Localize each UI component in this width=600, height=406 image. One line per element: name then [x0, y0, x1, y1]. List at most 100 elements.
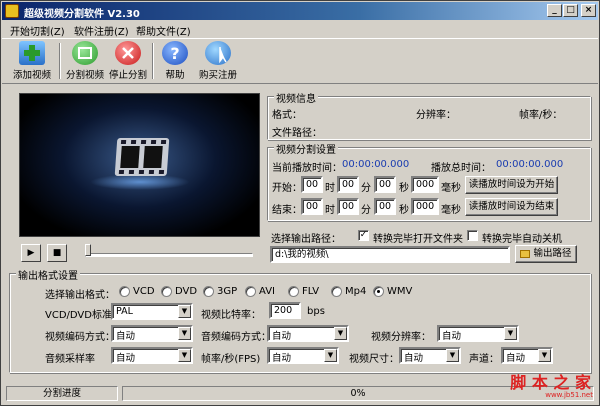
hour-unit: 时: [325, 183, 335, 194]
format-radio-avi[interactable]: [245, 286, 256, 297]
menu-start-split[interactable]: 开始切割(Z): [10, 23, 65, 38]
fps-info-label: 帧率/秒：: [519, 110, 563, 121]
start-label: 开始：: [272, 183, 302, 194]
start-second-input[interactable]: 00: [374, 176, 396, 193]
video-resolution-label: 视频分辨率：: [371, 332, 431, 343]
close-button[interactable]: ×: [581, 4, 596, 17]
output-format-title: 输出格式设置: [16, 267, 80, 282]
total-time-label: 播放总时间：: [431, 163, 491, 174]
format-label-mp4: Mp4: [345, 286, 367, 297]
format-label-vcd: VCD: [133, 286, 155, 297]
video-bitrate-label: 视频比特率：: [201, 310, 261, 321]
app-icon: [5, 4, 19, 18]
end-second-input[interactable]: 00: [374, 198, 396, 215]
output-path-button-label: 输出路径: [533, 248, 572, 259]
split-video-button[interactable]: 分割视频: [64, 41, 106, 81]
format-radio-3gp[interactable]: [203, 286, 214, 297]
buy-register-label: 购买注册: [198, 70, 237, 81]
output-path-button[interactable]: 输出路径: [515, 245, 577, 263]
stop-button[interactable]: ■: [47, 244, 67, 262]
menu-help[interactable]: 帮助文件(Z): [136, 23, 191, 38]
video-bitrate-input[interactable]: 200: [269, 302, 301, 319]
main-window: 超级视频分割软件 V2.30 _ □ × 开始切割(Z) 软件注册(Z) 帮助文…: [0, 0, 600, 406]
fps-value: 自动: [272, 353, 292, 364]
format-label: 格式：: [272, 110, 302, 121]
format-radio-mp4[interactable]: [331, 286, 342, 297]
vcd-standard-select[interactable]: PAL ▼: [111, 303, 193, 320]
status-bar: 分割进度 0%: [2, 383, 598, 405]
start-hour-input[interactable]: 00: [301, 176, 323, 193]
split-video-label: 分割视频: [65, 70, 104, 81]
ms-unit: 毫秒: [441, 205, 461, 216]
current-time-label: 当前播放时间：: [272, 163, 342, 174]
end-hour-input[interactable]: 00: [301, 198, 323, 215]
shutdown-checkbox[interactable]: [467, 230, 478, 241]
file-path-label: 文件路径：: [272, 128, 322, 139]
split-video-icon: [72, 41, 98, 65]
video-size-value: 自动: [404, 353, 424, 364]
end-minute-input[interactable]: 00: [337, 198, 359, 215]
menu-register[interactable]: 软件注册(Z): [74, 23, 129, 38]
chevron-down-icon: ▼: [538, 349, 551, 362]
open-folder-label: 转换完毕打开文件夹: [373, 234, 463, 245]
format-radio-vcd[interactable]: [119, 286, 130, 297]
second-unit: 秒: [399, 183, 409, 194]
chevron-down-icon: ▼: [446, 349, 459, 362]
buy-register-button[interactable]: 购买注册: [196, 41, 240, 81]
slider-rail: [85, 253, 253, 257]
playback-slider[interactable]: [81, 244, 257, 260]
help-icon: ?: [162, 41, 188, 65]
audio-sample-rate-select[interactable]: 自动 ▼: [111, 347, 193, 364]
video-resolution-select[interactable]: 自动 ▼: [437, 325, 519, 342]
chevron-down-icon: ▼: [178, 327, 191, 340]
format-radio-dvd[interactable]: [161, 286, 172, 297]
end-ms-input[interactable]: 000: [411, 198, 439, 215]
output-path-label: 选择输出路径：: [271, 234, 341, 245]
slider-thumb[interactable]: [85, 244, 91, 256]
toolbar: 添加视频 分割视频 停止分割 ? 帮助 购买注册: [2, 38, 598, 84]
chevron-down-icon: ▼: [178, 349, 191, 362]
format-radio-flv[interactable]: [288, 286, 299, 297]
title-bar: 超级视频分割软件 V2.30 _ □ ×: [2, 2, 598, 20]
start-minute-input[interactable]: 00: [337, 176, 359, 193]
video-codec-select[interactable]: 自动 ▼: [111, 325, 193, 342]
watermark-logo: 脚 本 之 家: [510, 373, 591, 392]
channel-label: 声道：: [469, 354, 499, 365]
video-size-select[interactable]: 自动 ▼: [399, 347, 461, 364]
start-ms-input[interactable]: 000: [411, 176, 439, 193]
format-radio-wmv[interactable]: [373, 286, 384, 297]
fps-select[interactable]: 自动 ▼: [267, 347, 339, 364]
video-resolution-value: 自动: [442, 331, 462, 342]
second-unit: 秒: [399, 205, 409, 216]
audio-sample-rate-label: 音频采样率: [45, 354, 95, 365]
set-start-button[interactable]: 读播放时间设为开始: [465, 176, 558, 194]
channel-value: 自动: [506, 353, 526, 364]
select-format-label: 选择输出格式：: [45, 290, 115, 301]
format-label-3gp: 3GP: [217, 286, 238, 297]
format-label-flv: FLV: [302, 286, 320, 297]
chevron-down-icon: ▼: [334, 327, 347, 340]
split-settings-title: 视频分割设置: [274, 141, 338, 156]
menu-bar: 开始切割(Z) 软件注册(Z) 帮助文件(Z): [2, 21, 598, 38]
stop-split-button[interactable]: 停止分割: [108, 41, 148, 81]
channel-select[interactable]: 自动 ▼: [501, 347, 553, 364]
output-path-input[interactable]: d:\我的视频\: [270, 246, 510, 263]
vcd-standard-value: PAL: [116, 306, 133, 317]
audio-codec-label: 音频编码方式：: [201, 332, 271, 343]
add-video-button[interactable]: 添加视频: [10, 41, 54, 81]
svg-text:?: ?: [170, 44, 179, 63]
maximize-button[interactable]: □: [563, 4, 578, 17]
minute-unit: 分: [361, 205, 371, 216]
audio-codec-select[interactable]: 自动 ▼: [267, 325, 349, 342]
play-button[interactable]: ▶: [21, 244, 41, 262]
chevron-down-icon: ▼: [504, 327, 517, 340]
format-label-avi: AVI: [259, 286, 275, 297]
set-end-button[interactable]: 读播放时间设为结束: [465, 198, 558, 216]
help-button[interactable]: ? 帮助: [160, 41, 190, 81]
minute-unit: 分: [361, 183, 371, 194]
open-folder-checkbox[interactable]: ✓: [358, 230, 369, 241]
ms-unit: 毫秒: [441, 183, 461, 194]
end-label: 结束：: [272, 205, 302, 216]
stop-split-icon: [115, 41, 141, 65]
minimize-button[interactable]: _: [547, 4, 562, 17]
